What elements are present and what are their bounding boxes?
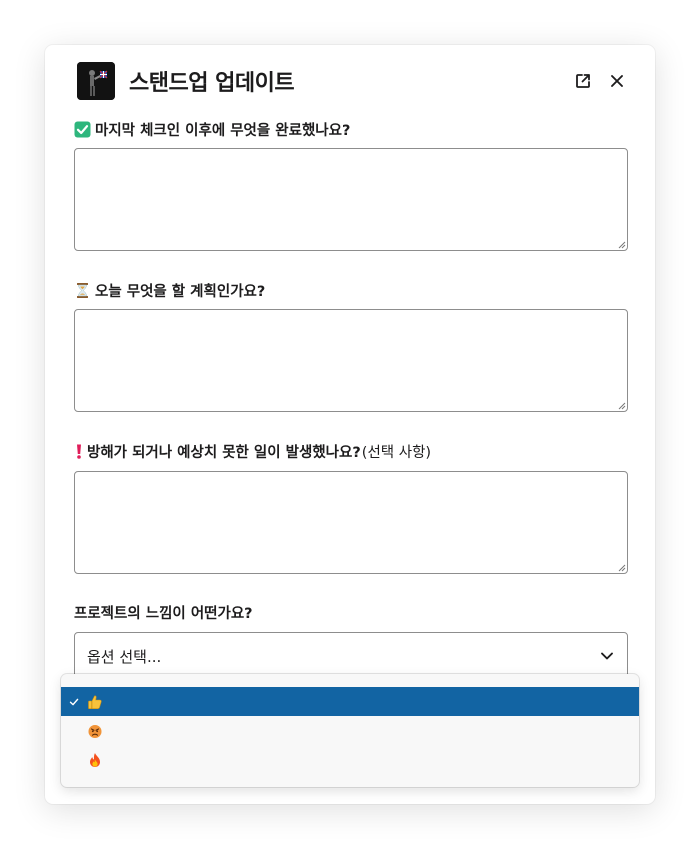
chevron-down-icon xyxy=(601,652,613,660)
blocker-question-text: 방해가 되거나 예상치 못한 일이 발생했나요? xyxy=(87,445,361,461)
open-in-new-window-icon xyxy=(576,74,590,88)
mood-select[interactable]: 옵션 선택... xyxy=(74,632,628,680)
hourglass-icon xyxy=(74,282,91,299)
mood-question-label: 프로젝트의 느낌이 어떤가요? xyxy=(74,602,253,623)
completed-question-text: 마지막 체크인 이후에 무엇을 완료했나요? xyxy=(95,123,351,139)
close-icon xyxy=(611,75,623,87)
checkmark-icon xyxy=(61,697,87,707)
modal-title: 스탠드업 업데이트 xyxy=(129,71,295,96)
angry-face-icon xyxy=(87,723,103,739)
plan-question-label: 오늘 무엇을 할 계획인가요? xyxy=(74,280,265,301)
completed-question-label: 마지막 체크인 이후에 무엇을 완료했나요? xyxy=(74,119,350,140)
close-button[interactable] xyxy=(603,67,631,95)
mood-dropdown-menu xyxy=(61,674,639,787)
blocker-textarea-wrap xyxy=(74,471,628,574)
plan-question-text: 오늘 무엇을 할 계획인가요? xyxy=(95,284,266,300)
plan-textarea-wrap xyxy=(74,309,628,412)
completed-textarea-wrap xyxy=(74,148,628,251)
thumbs-up-icon xyxy=(87,694,103,710)
modal-header: 스탠드업 업데이트 xyxy=(77,61,631,101)
mood-option-angry[interactable] xyxy=(61,716,639,745)
white-check-mark-icon xyxy=(74,121,91,138)
app-icon xyxy=(77,62,115,100)
blocker-textarea[interactable] xyxy=(74,471,628,574)
mood-option-fire[interactable] xyxy=(61,745,639,774)
completed-textarea[interactable] xyxy=(74,148,628,251)
mood-option-thumbs-up[interactable] xyxy=(61,687,639,716)
optional-tag: (선택 사항) xyxy=(361,445,432,461)
mood-question-text: 프로젝트의 느낌이 어떤가요? xyxy=(74,606,253,622)
exclamation-icon xyxy=(74,443,84,460)
plan-textarea[interactable] xyxy=(74,309,628,412)
mood-select-value: 옵션 선택... xyxy=(87,647,162,666)
open-external-button[interactable] xyxy=(569,67,597,95)
fire-icon xyxy=(87,752,103,768)
blocker-question-label: 방해가 되거나 예상치 못한 일이 발생했나요? (선택 사항) xyxy=(74,441,431,462)
